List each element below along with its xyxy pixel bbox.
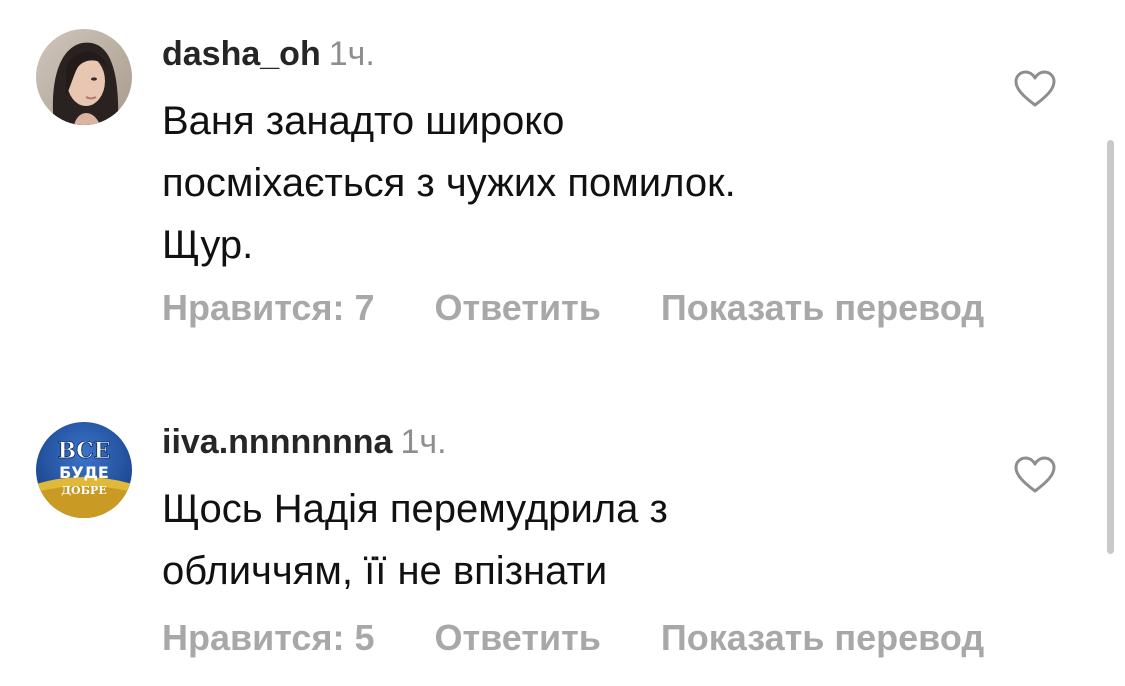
heart-outline-icon[interactable]	[1014, 456, 1056, 494]
username[interactable]: iiva.nnnnnnna	[162, 423, 392, 461]
comment-text-line: Ваня занадто широко	[162, 99, 565, 143]
comment-text: Щось Надія перемудрила з обличчям, її не…	[162, 478, 982, 602]
show-translation-button[interactable]: Показать перевод	[661, 617, 984, 658]
username[interactable]: dasha_oh	[162, 35, 321, 73]
avatar-image: ВСЕ БУДЕ ДОБРЕ	[36, 422, 132, 518]
avatar-text: БУДЕ	[59, 463, 109, 482]
likes-count-button[interactable]: Нравится: 5	[162, 617, 374, 658]
likes-count-button[interactable]: Нравится: 7	[162, 287, 374, 328]
user-photo	[36, 29, 132, 125]
timestamp: 1ч.	[328, 35, 375, 73]
reply-button[interactable]: Ответить	[434, 617, 600, 658]
comment-actions: Нравится: 7 Ответить Показать перевод	[162, 286, 984, 330]
comment-text-line: обличчям, її не впізнати	[162, 549, 608, 593]
avatar-text: ВСЕ	[58, 438, 111, 464]
comment-item: dasha_oh 1ч. Ваня занадто широко посміхає…	[0, 0, 1125, 360]
avatar-text: ДОБРЕ	[61, 484, 106, 497]
comment-text-line: посміхається з чужих помилок.	[162, 161, 736, 205]
show-translation-button[interactable]: Показать перевод	[661, 287, 984, 328]
comment-actions: Нравится: 5 Ответить Показать перевод	[162, 616, 984, 660]
comment-header: dasha_oh 1ч.	[162, 34, 375, 74]
comment-text-line: Щур.	[162, 223, 254, 267]
scrollbar[interactable]	[1107, 140, 1114, 554]
timestamp: 1ч.	[400, 423, 447, 461]
heart-outline-icon[interactable]	[1014, 70, 1056, 108]
comment-text-line: Щось Надія перемудрила з	[162, 487, 668, 531]
avatar[interactable]: ВСЕ БУДЕ ДОБРЕ	[36, 422, 132, 518]
reply-button[interactable]: Ответить	[434, 287, 600, 328]
comment-item: ВСЕ БУДЕ ДОБРЕ iiva.nnnnnnna 1ч. Щось Над…	[0, 380, 1125, 686]
comment-text: Ваня занадто широко посміхається з чужих…	[162, 90, 982, 276]
avatar[interactable]	[36, 29, 132, 125]
comment-header: iiva.nnnnnnna 1ч.	[162, 422, 447, 462]
